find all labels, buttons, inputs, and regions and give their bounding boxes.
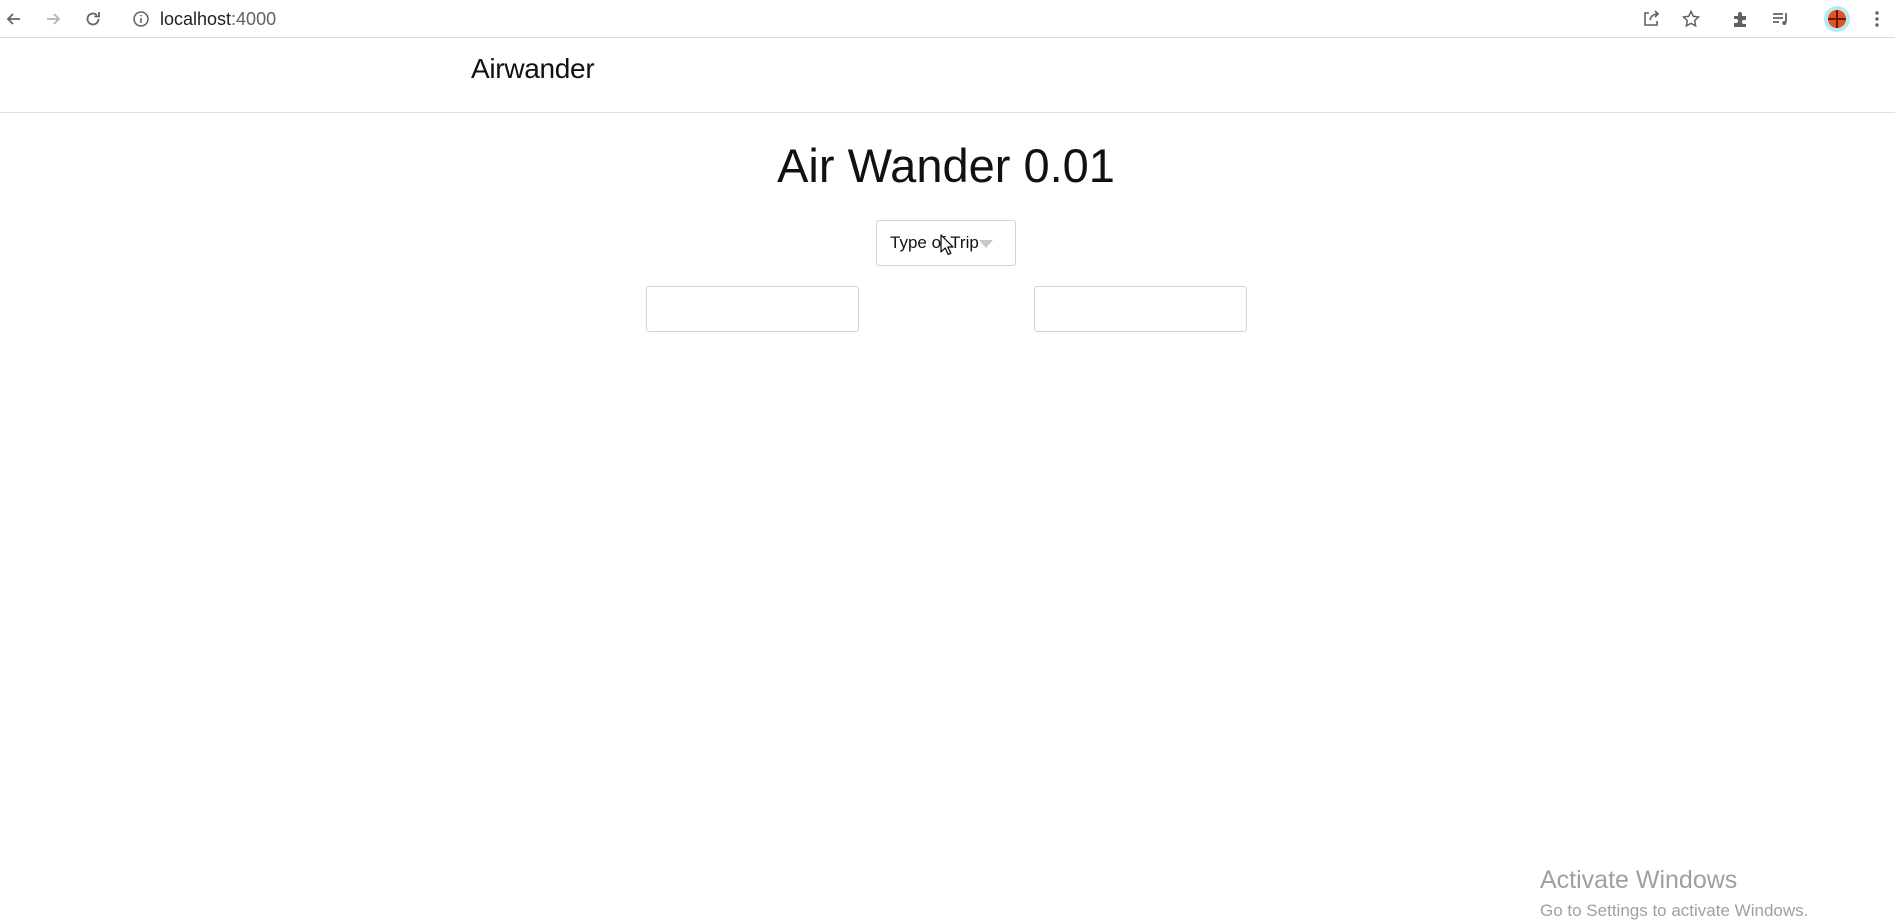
browser-menu-button[interactable] — [1863, 5, 1891, 33]
extensions-button[interactable] — [1727, 5, 1755, 33]
browser-toolbar: localhost:4000 — [0, 0, 1895, 38]
windows-activation-watermark: Activate Windows Go to Settings to activ… — [1540, 866, 1808, 921]
basketball-avatar-icon — [1824, 6, 1850, 32]
mouse-cursor-icon — [940, 234, 954, 256]
kebab-menu-icon — [1875, 11, 1879, 27]
url-port: :4000 — [231, 8, 277, 29]
brand-link[interactable]: Airwander — [471, 53, 595, 85]
back-button[interactable] — [0, 5, 28, 33]
star-icon — [1681, 9, 1701, 28]
url-host: localhost — [160, 8, 232, 29]
playlist-icon — [1773, 13, 1787, 25]
origin-input[interactable] — [646, 286, 859, 332]
app-header: Airwander — [0, 39, 1895, 113]
bookmark-button[interactable] — [1677, 5, 1705, 33]
watermark-subtitle: Go to Settings to activate Windows. — [1540, 901, 1809, 920]
reload-button[interactable] — [79, 5, 107, 33]
profile-button[interactable] — [1823, 5, 1851, 33]
arrow-left-icon — [6, 13, 20, 25]
reload-icon — [86, 12, 100, 26]
caret-down-icon — [979, 240, 993, 248]
address-bar[interactable]: localhost:4000 — [132, 5, 1632, 33]
page-title: Air Wander 0.01 — [777, 139, 1115, 192]
puzzle-icon — [1734, 12, 1746, 27]
info-icon[interactable] — [132, 10, 150, 28]
share-button[interactable] — [1637, 5, 1665, 33]
arrow-right-icon — [47, 13, 61, 25]
watermark-title: Activate Windows — [1540, 866, 1738, 894]
destination-input[interactable] — [1034, 286, 1247, 332]
url-text: localhost:4000 — [160, 9, 276, 30]
forward-button[interactable] — [39, 5, 67, 33]
share-icon — [1644, 10, 1660, 26]
media-button[interactable] — [1767, 5, 1795, 33]
trip-type-label: Type of Trip — [890, 233, 979, 252]
